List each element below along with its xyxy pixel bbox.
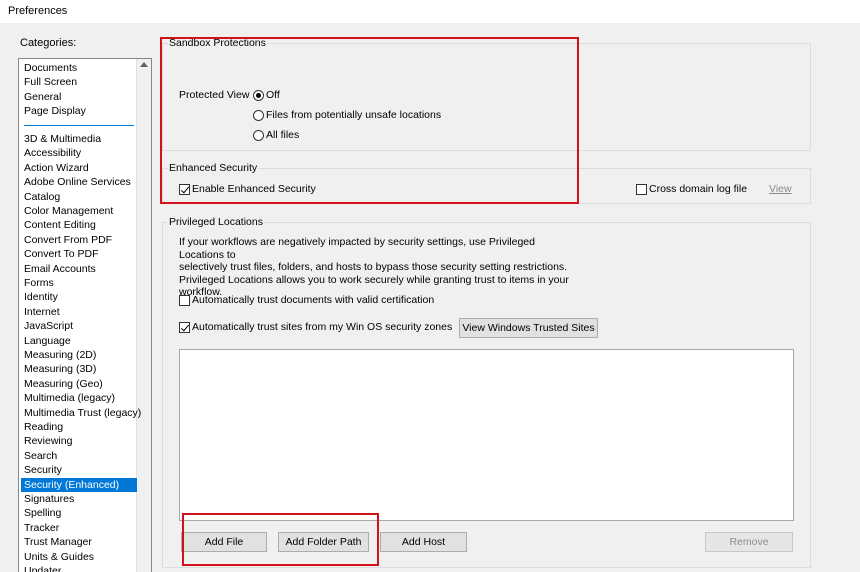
- privileged-locations-list[interactable]: [179, 349, 794, 521]
- category-item[interactable]: Reviewing: [21, 434, 137, 448]
- category-item[interactable]: Color Management: [21, 204, 137, 218]
- window-title: Preferences: [8, 5, 68, 17]
- category-item[interactable]: Page Display: [21, 104, 137, 118]
- category-item[interactable]: Catalog: [21, 190, 137, 204]
- category-item[interactable]: Internet: [21, 305, 137, 319]
- category-item[interactable]: General: [21, 90, 137, 104]
- cross-domain-log-label[interactable]: Cross domain log file: [649, 183, 747, 195]
- category-item[interactable]: Tracker: [21, 521, 137, 535]
- category-item[interactable]: Convert To PDF: [21, 247, 137, 261]
- category-item[interactable]: Search: [21, 449, 137, 463]
- category-item[interactable]: Language: [21, 334, 137, 348]
- categories-label: Categories:: [20, 37, 77, 49]
- auto-trust-sites-label[interactable]: Automatically trust sites from my Win OS…: [192, 321, 452, 333]
- description-line: If your workflows are negatively impacte…: [179, 236, 535, 261]
- privileged-locations-description: If your workflows are negatively impacte…: [179, 236, 569, 299]
- highlight-box: [182, 513, 379, 566]
- categories-divider: [24, 125, 134, 126]
- category-item[interactable]: JavaScript: [21, 319, 137, 333]
- category-item[interactable]: Security: [21, 463, 137, 477]
- view-windows-trusted-sites-button[interactable]: View Windows Trusted Sites: [459, 318, 598, 338]
- category-item[interactable]: Content Editing: [21, 218, 137, 232]
- description-line: Privileged Locations allows you to work …: [179, 273, 569, 286]
- category-item[interactable]: Convert From PDF: [21, 233, 137, 247]
- cross-domain-log-checkbox[interactable]: [636, 184, 647, 195]
- scroll-up-arrow-icon[interactable]: [140, 62, 148, 67]
- highlight-box: [160, 37, 579, 204]
- remove-button[interactable]: Remove: [705, 532, 793, 552]
- category-item[interactable]: Reading: [21, 420, 137, 434]
- category-item[interactable]: Identity: [21, 290, 137, 304]
- category-item[interactable]: Measuring (2D): [21, 348, 137, 362]
- category-item[interactable]: Spelling: [21, 506, 137, 520]
- auto-trust-certified-checkbox[interactable]: [179, 295, 190, 306]
- view-log-link[interactable]: View: [769, 183, 792, 195]
- category-item[interactable]: Multimedia (legacy): [21, 391, 137, 405]
- category-item[interactable]: Updater: [21, 564, 137, 572]
- description-line: selectively trust files, folders, and ho…: [179, 261, 568, 274]
- category-item[interactable]: Measuring (Geo): [21, 377, 137, 391]
- categories-scrollbar[interactable]: [136, 59, 151, 572]
- title-bar: Preferences: [0, 0, 860, 23]
- category-item[interactable]: Documents: [21, 61, 137, 75]
- category-item[interactable]: 3D & Multimedia: [21, 132, 137, 146]
- category-item[interactable]: Forms: [21, 276, 137, 290]
- category-item[interactable]: Adobe Online Services: [21, 175, 137, 189]
- category-item[interactable]: Accessibility: [21, 146, 137, 160]
- category-item[interactable]: Units & Guides: [21, 550, 137, 564]
- category-item[interactable]: Measuring (3D): [21, 362, 137, 376]
- category-item[interactable]: Multimedia Trust (legacy): [21, 406, 141, 420]
- category-item-selected[interactable]: Security (Enhanced): [21, 477, 137, 492]
- category-item[interactable]: Action Wizard: [21, 161, 137, 175]
- auto-trust-certified-label[interactable]: Automatically trust documents with valid…: [192, 294, 434, 306]
- category-item[interactable]: Email Accounts: [21, 262, 137, 276]
- category-item[interactable]: Trust Manager: [21, 535, 137, 549]
- auto-trust-sites-checkbox[interactable]: [179, 322, 190, 333]
- add-host-button[interactable]: Add Host: [380, 532, 467, 552]
- category-item[interactable]: Full Screen: [21, 75, 137, 89]
- categories-list[interactable]: Documents Full Screen General Page Display 3…: [18, 58, 152, 572]
- privileged-locations-title: Privileged Locations: [168, 216, 264, 228]
- category-item[interactable]: Signatures: [21, 492, 137, 506]
